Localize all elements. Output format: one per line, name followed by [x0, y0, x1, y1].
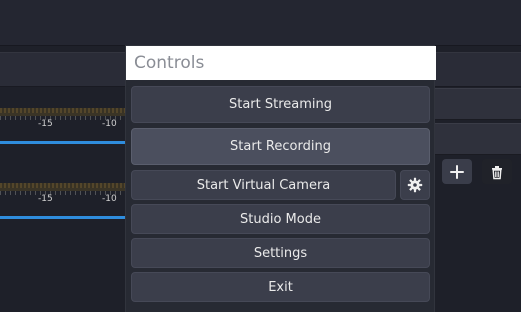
studio-mode-button[interactable]: Studio Mode: [131, 204, 430, 234]
settings-button[interactable]: Settings: [131, 238, 430, 268]
meter-tick-label: -15: [38, 119, 53, 129]
plus-icon: [450, 164, 464, 179]
meter-tick-label: -10: [102, 119, 117, 129]
controls-dock: Controls Start Streaming Start Recording…: [125, 45, 436, 312]
start-streaming-button[interactable]: Start Streaming: [131, 86, 430, 123]
remove-source-button[interactable]: [482, 159, 512, 184]
controls-dock-title[interactable]: Controls: [126, 46, 436, 80]
virtual-camera-settings-button[interactable]: [400, 170, 430, 200]
trash-icon: [492, 165, 502, 179]
start-recording-button[interactable]: Start Recording: [131, 128, 430, 165]
volume-slider[interactable]: [0, 216, 125, 219]
dock-header-right: [435, 52, 521, 87]
meter-tick-label: -10: [102, 194, 117, 204]
dock-header-left: [0, 52, 125, 87]
top-bar: [0, 0, 521, 46]
list-item[interactable]: [435, 88, 521, 120]
audio-meter: -15 -10: [0, 108, 125, 152]
gear-icon: [407, 177, 423, 193]
audio-meter: -15 -10: [0, 183, 125, 227]
add-source-button[interactable]: [442, 159, 472, 184]
exit-button[interactable]: Exit: [131, 272, 430, 302]
volume-slider[interactable]: [0, 141, 125, 144]
start-virtual-camera-button[interactable]: Start Virtual Camera: [131, 170, 396, 200]
list-item[interactable]: [435, 123, 521, 155]
meter-tick-label: -15: [38, 194, 53, 204]
